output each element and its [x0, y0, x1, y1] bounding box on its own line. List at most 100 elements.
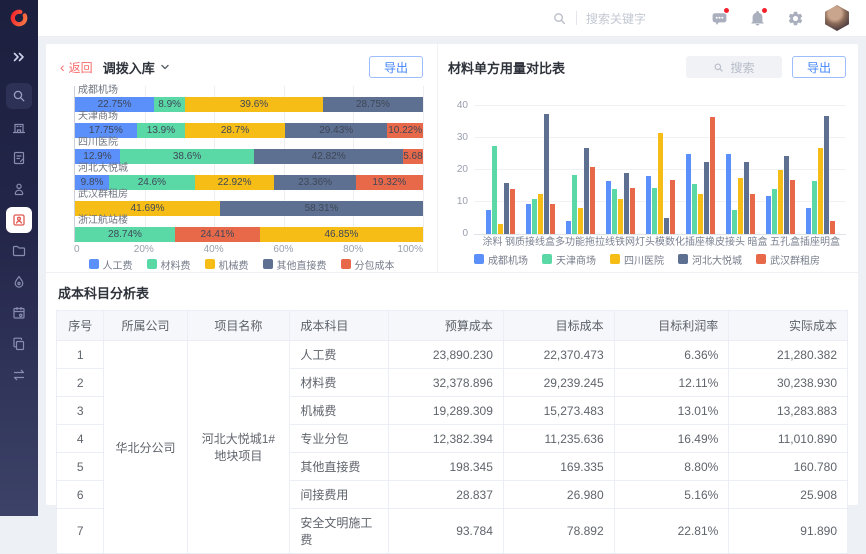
bar-group — [480, 106, 520, 234]
document-edit-icon — [11, 150, 27, 166]
bar-segment: 39.6% — [185, 97, 323, 112]
page-title-dropdown[interactable]: 调拨入库 — [103, 58, 170, 77]
cell-value: 23,890.230 — [389, 341, 504, 369]
axis-tick-label: 100% — [397, 244, 423, 255]
bar-segment: 12.9% — [75, 149, 120, 164]
cell-value: 11,010.890 — [729, 425, 848, 453]
bar — [510, 189, 515, 234]
cell-value: 32,378.896 — [389, 369, 504, 397]
column-header: 项目名称 — [187, 311, 290, 341]
legend-item[interactable]: 机械费 — [205, 257, 249, 272]
legend-item[interactable]: 武汉群租房 — [756, 252, 820, 267]
chevron-down-icon — [160, 62, 170, 72]
legend-label: 机械费 — [219, 257, 249, 272]
axis-category-label: 五孔盒 — [770, 235, 800, 251]
cell-project: 河北大悦城1#地块项目 — [187, 341, 290, 554]
bar — [818, 148, 823, 234]
legend-item[interactable]: 人工费 — [89, 257, 133, 272]
axis-category-label: 橡皮接头 — [705, 235, 745, 251]
sidebar-item-files[interactable] — [6, 238, 32, 264]
axis-tick-label: 0 — [74, 244, 80, 255]
chart-search-input[interactable]: 搜索 — [686, 56, 782, 78]
sidebar-item-cost-active[interactable] — [6, 207, 32, 233]
category-label: 天津商场 — [78, 112, 423, 122]
sidebar-item-organization[interactable] — [6, 114, 32, 140]
bar — [750, 194, 755, 234]
export-button-right[interactable]: 导出 — [792, 56, 846, 78]
bar-segment: 24.6% — [109, 175, 195, 190]
bar-segment: 42.82% — [254, 149, 403, 164]
main-content: ‹ 返回 调拨入库 导出 成都机场22.75%8.9%39.6%28.75%天津… — [38, 36, 866, 516]
sidebar-item-search[interactable] — [6, 83, 32, 109]
legend-item[interactable]: 四川医院 — [610, 252, 664, 267]
app-logo[interactable] — [0, 0, 38, 36]
bar-group — [640, 106, 680, 234]
bar — [532, 199, 537, 234]
sidebar-item-materials[interactable] — [6, 269, 32, 295]
notifications-button[interactable] — [748, 9, 766, 27]
bar — [504, 183, 509, 234]
global-search-placeholder: 搜索关键字 — [586, 10, 646, 27]
messages-button[interactable] — [710, 9, 728, 27]
settings-button[interactable] — [786, 9, 804, 27]
bar — [618, 199, 623, 234]
stacked-chart-panel: ‹ 返回 调拨入库 导出 成都机场22.75%8.9%39.6%28.75%天津… — [46, 44, 438, 272]
bar — [658, 133, 663, 234]
legend-item[interactable]: 材料费 — [147, 257, 191, 272]
sidebar-item-schedule[interactable] — [6, 300, 32, 326]
bar — [646, 176, 651, 234]
axis-tick-label: 80% — [343, 244, 363, 255]
bar — [606, 181, 611, 234]
charts-row: ‹ 返回 调拨入库 导出 成都机场22.75%8.9%39.6%28.75%天津… — [46, 44, 858, 273]
building-icon — [11, 119, 27, 135]
bar-segment: 23.36% — [274, 175, 355, 190]
cell-value: 11,235.636 — [503, 425, 614, 453]
global-search-input[interactable]: 搜索关键字 — [552, 10, 646, 27]
user-avatar[interactable] — [824, 5, 850, 31]
sidebar-collapse-icon[interactable] — [6, 44, 32, 70]
cell-cost-subject: 人工费 — [290, 341, 389, 369]
stacked-bar-row: 河北大悦城9.8%24.6%22.92%23.36%19.32% — [75, 164, 423, 190]
bar — [572, 175, 577, 234]
folder-icon — [11, 243, 27, 259]
bar — [806, 208, 811, 234]
sidebar-item-documents[interactable] — [6, 145, 32, 171]
sidebar-item-transfer[interactable] — [6, 362, 32, 388]
cell-value: 169.335 — [503, 453, 614, 481]
sidebar-item-copies[interactable] — [6, 331, 32, 357]
bar — [584, 148, 589, 234]
bar-segment: 22.75% — [75, 97, 154, 112]
legend-swatch — [341, 259, 351, 269]
bar — [526, 204, 531, 234]
bar-group — [800, 106, 840, 234]
table-row: 1华北分公司河北大悦城1#地块项目人工费23,890.23022,370.473… — [57, 341, 848, 369]
stacked-chart-legend: 人工费材料费 机械费其他直接费分包成本 — [60, 256, 423, 272]
cell-value: 21,280.382 — [729, 341, 848, 369]
legend-label: 四川医院 — [624, 252, 664, 267]
legend-label: 人工费 — [103, 257, 133, 272]
export-button-left[interactable]: 导出 — [369, 56, 423, 78]
legend-item[interactable]: 河北大悦城 — [678, 252, 742, 267]
axis-category-label: 铁网灯头 — [615, 235, 655, 251]
axis-category-label: 插座明盒 — [800, 235, 840, 251]
cell-value: 6.36% — [614, 341, 729, 369]
bar — [566, 221, 571, 234]
column-header: 实际成本 — [729, 311, 848, 341]
legend-item[interactable]: 天津商场 — [542, 252, 596, 267]
legend-item[interactable]: 分包成本 — [341, 257, 395, 272]
axis-tick-label: 20% — [134, 244, 154, 255]
cell-company: 华北分公司 — [104, 341, 187, 554]
legend-item[interactable]: 其他直接费 — [263, 257, 327, 272]
chart-search-placeholder: 搜索 — [730, 59, 754, 76]
notification-dot — [723, 7, 730, 14]
back-button[interactable]: ‹ 返回 — [60, 59, 93, 76]
bar — [612, 189, 617, 234]
legend-item[interactable]: 成都机场 — [474, 252, 528, 267]
bar-segment: 24.41% — [175, 227, 260, 242]
axis-tick-label: 20 — [448, 164, 468, 175]
bar-segment: 41.69% — [75, 201, 220, 216]
search-divider — [576, 11, 577, 25]
copy-icon — [11, 336, 27, 352]
sidebar-item-personnel[interactable] — [6, 176, 32, 202]
grouped-bar-chart: 010203040 涂料钢质接线盒多功能拖拉线铁网灯头模数化插座橡皮接头暗盒五孔… — [448, 106, 846, 251]
